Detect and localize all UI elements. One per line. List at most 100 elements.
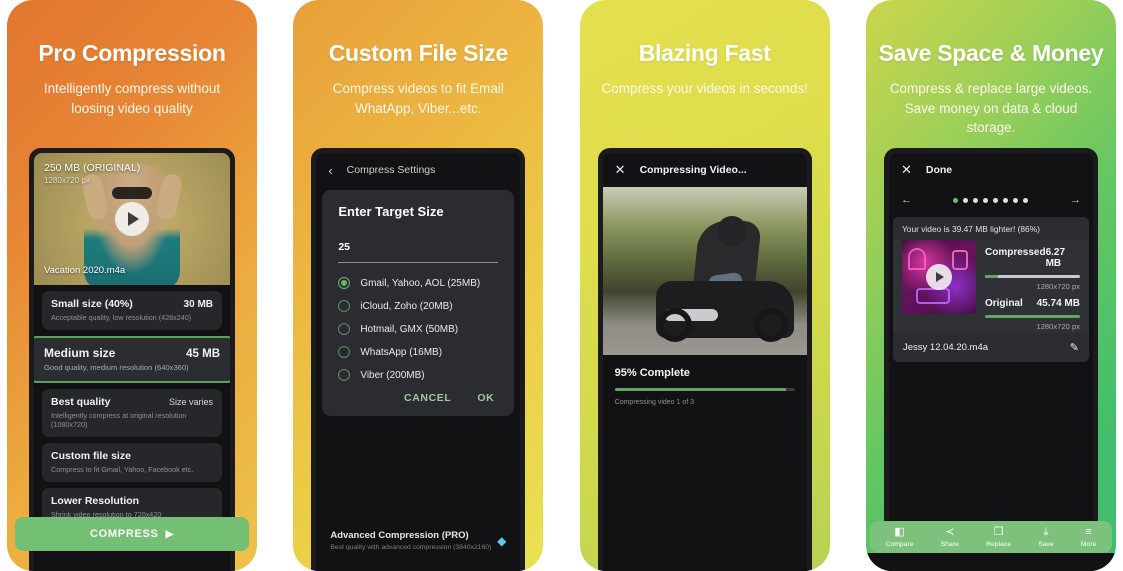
video-meta-overlay: 250 MB (ORIGINAL) 1280x720 px bbox=[44, 162, 140, 185]
radio-button-icon[interactable] bbox=[338, 277, 351, 289]
stat-size-original: 45.74 MB bbox=[1036, 298, 1080, 309]
app-bar: ‹ Compress Settings bbox=[316, 153, 521, 187]
option-subtitle: Good quality, medium resolution (640x360… bbox=[44, 363, 189, 372]
option-custom-file-size[interactable]: Custom file size Compress to fit Gmail, … bbox=[42, 443, 222, 482]
radio-option-hotmail[interactable]: Hotmail, GMX (50MB) bbox=[338, 323, 498, 335]
panel-headline: Pro Compression bbox=[38, 40, 226, 66]
pager-dot[interactable] bbox=[953, 197, 959, 203]
compress-button[interactable]: COMPRESS ▶ bbox=[15, 517, 249, 551]
toolbar-item-replace[interactable]: ❐ Replace bbox=[986, 527, 1011, 549]
app-bar-title: Compressing Video... bbox=[639, 164, 747, 176]
pager-dot[interactable] bbox=[1023, 197, 1029, 203]
video-preview[interactable] bbox=[602, 187, 807, 355]
pager-dot[interactable] bbox=[993, 197, 999, 203]
video-thumbnail[interactable]: 250 MB (ORIGINAL) 1280x720 px Vacation 2… bbox=[34, 153, 230, 285]
stat-label-original: Original bbox=[984, 298, 1023, 309]
result-card: Your video is 39.47 MB lighter! (86%) Co… bbox=[892, 217, 1089, 362]
thumbnail-sunglasses bbox=[112, 187, 152, 200]
pager-dot[interactable] bbox=[1013, 197, 1019, 203]
compressed-bar-fill bbox=[984, 275, 999, 278]
dialog-title: Enter Target Size bbox=[338, 204, 444, 219]
play-icon[interactable] bbox=[925, 264, 952, 290]
pager-bar: ← → bbox=[888, 187, 1093, 213]
close-icon[interactable]: ✕ bbox=[615, 162, 626, 178]
radio-button-icon[interactable] bbox=[338, 369, 351, 381]
bottom-toolbar: ◧ Compare ≺ Share ❐ Replace ⤓ Save ≡ Mor… bbox=[869, 521, 1112, 553]
progress-section: 95% Complete Compressing video 1 of 3 bbox=[603, 355, 807, 406]
result-thumbnail[interactable] bbox=[901, 240, 976, 314]
ok-button[interactable]: OK bbox=[477, 392, 494, 404]
progress-fill bbox=[614, 388, 786, 391]
option-small-size[interactable]: Small size (40%) 30 MB Acceptable qualit… bbox=[42, 291, 222, 330]
progress-track bbox=[614, 388, 795, 391]
radio-option-gmail[interactable]: Gmail, Yahoo, AOL (25MB) bbox=[338, 277, 498, 289]
option-title: Best quality bbox=[51, 396, 111, 408]
toolbar-item-save[interactable]: ⤓ Save bbox=[1038, 526, 1054, 549]
option-title: Custom file size bbox=[51, 450, 131, 462]
chevron-left-icon[interactable]: ‹ bbox=[328, 163, 332, 178]
target-size-dialog: Enter Target Size 25 Gmail, Yahoo, AOL (… bbox=[322, 190, 515, 416]
phone-mockup: ‹ Compress Settings Enter Target Size 25… bbox=[311, 148, 526, 571]
option-best-quality[interactable]: Best quality Size varies Intelligently c… bbox=[42, 389, 222, 437]
toolbar-item-compare[interactable]: ◧ Compare bbox=[886, 527, 914, 549]
stat-resolution-compressed: 1280x720 px bbox=[1036, 282, 1080, 291]
stat-size-compressed: 6.27 MB bbox=[1045, 247, 1066, 269]
toolbar-label: Replace bbox=[986, 541, 1011, 548]
toolbar-label: Save bbox=[1038, 541, 1054, 548]
arrow-left-icon[interactable]: ← bbox=[901, 194, 912, 206]
option-value: 45 MB bbox=[186, 348, 220, 360]
radio-button-icon[interactable] bbox=[338, 323, 351, 335]
result-body: Compressed 6.27 MB 1280x720 px Original … bbox=[892, 240, 1089, 333]
preview-helmet bbox=[716, 215, 747, 246]
radio-button-icon[interactable] bbox=[338, 300, 351, 312]
video-filename-label: Vacation 2020.m4a bbox=[44, 265, 126, 276]
panel-headline: Blazing Fast bbox=[638, 40, 771, 66]
pager-dot[interactable] bbox=[963, 197, 969, 203]
radio-button-icon[interactable] bbox=[338, 346, 351, 358]
radio-label: WhatsApp (16MB) bbox=[360, 346, 443, 358]
pager-dot[interactable] bbox=[1003, 197, 1009, 203]
arrow-right-icon[interactable]: → bbox=[1070, 194, 1081, 206]
close-icon[interactable]: ✕ bbox=[901, 162, 912, 178]
compression-options-list: Small size (40%) 30 MB Acceptable qualit… bbox=[34, 285, 230, 527]
save-download-icon: ⤓ bbox=[1043, 526, 1049, 538]
panel-save-space-money: Save Space & Money Compress & replace la… bbox=[865, 0, 1116, 571]
toolbar-item-more[interactable]: ≡ More bbox=[1081, 526, 1097, 549]
pager-dot[interactable] bbox=[973, 197, 979, 203]
target-size-input[interactable]: 25 bbox=[338, 241, 498, 253]
app-bar: ✕ Done bbox=[888, 153, 1093, 187]
cancel-button[interactable]: CANCEL bbox=[404, 392, 451, 404]
play-icon[interactable] bbox=[115, 202, 149, 236]
advanced-compression-row[interactable]: Advanced Compression (PRO) Best quality … bbox=[316, 520, 521, 561]
video-size-label: 250 MB (ORIGINAL) bbox=[44, 162, 141, 174]
neon-shape-3 bbox=[915, 288, 950, 304]
pager-dot[interactable] bbox=[983, 197, 989, 203]
compress-button-label: COMPRESS bbox=[90, 528, 159, 540]
app-bar-title: Compress Settings bbox=[346, 164, 436, 176]
radio-option-viber[interactable]: Viber (200MB) bbox=[338, 369, 498, 381]
compressed-bar-track bbox=[984, 275, 1080, 278]
radio-option-whatsapp[interactable]: WhatsApp (16MB) bbox=[338, 346, 498, 358]
preview-wheel-front bbox=[657, 307, 692, 342]
file-name-row[interactable]: Jessy 12.04.20.m4a ✎ bbox=[892, 333, 1089, 362]
diamond-icon: ◆ bbox=[497, 533, 507, 548]
neon-shape-2 bbox=[951, 250, 968, 270]
option-title: Medium size bbox=[44, 346, 116, 360]
option-value: 30 MB bbox=[183, 299, 213, 310]
toolbar-item-share[interactable]: ≺ Share bbox=[941, 527, 959, 549]
preset-radio-group: Gmail, Yahoo, AOL (25MB) iCloud, Zoho (2… bbox=[338, 277, 498, 381]
panel-headline: Custom File Size bbox=[328, 40, 509, 66]
option-title: Lower Resolution bbox=[51, 495, 140, 507]
more-menu-icon: ≡ bbox=[1085, 526, 1092, 538]
option-medium-size[interactable]: Medium size 45 MB Good quality, medium r… bbox=[34, 336, 230, 383]
result-filename: Jessy 12.04.20.m4a bbox=[902, 342, 989, 353]
video-resolution-label: 1280x720 px bbox=[44, 176, 90, 185]
pencil-icon[interactable]: ✎ bbox=[1070, 341, 1079, 354]
pager-dots bbox=[953, 197, 1029, 203]
progress-title: 95% Complete bbox=[614, 367, 690, 379]
panel-subhead: Compress videos to fit Email WhatApp, Vi… bbox=[332, 81, 504, 116]
advanced-compression-subtitle: Best quality with advanced compression (… bbox=[330, 544, 492, 551]
option-value: Size varies bbox=[168, 397, 213, 407]
radio-option-icloud[interactable]: iCloud, Zoho (20MB) bbox=[338, 300, 498, 312]
result-stats: Compressed 6.27 MB 1280x720 px Original … bbox=[984, 240, 1080, 331]
